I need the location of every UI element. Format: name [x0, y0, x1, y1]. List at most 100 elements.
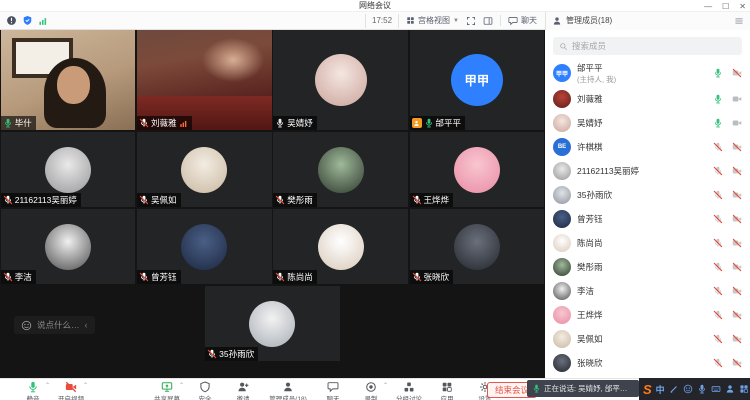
micoff-icon[interactable] [713, 310, 723, 320]
micoff-icon[interactable] [713, 142, 723, 152]
micoff-icon[interactable] [713, 262, 723, 272]
chat-icon [508, 16, 518, 26]
toolbar-chat-button[interactable]: 聊天 [314, 379, 352, 400]
member-row[interactable]: 35孙雨欣 [545, 183, 750, 207]
toolbar-apps-button[interactable]: 应用 [428, 379, 466, 400]
danmaku-input[interactable]: 说点什么… ‹ [14, 316, 95, 334]
sogou-logo[interactable]: S [643, 382, 652, 397]
toolbar-share-button[interactable]: ⌃ 共享屏幕 [148, 379, 186, 400]
ime-apps-button[interactable] [739, 384, 749, 394]
chevron-up-icon[interactable]: ⌃ [179, 382, 184, 389]
micoff-icon[interactable] [713, 334, 723, 344]
member-row[interactable]: 吴婧妤 [545, 111, 750, 135]
fullscreen-icon[interactable] [466, 16, 476, 26]
cam-icon[interactable] [732, 118, 742, 128]
member-row[interactable]: BE 许棋棋 [545, 135, 750, 159]
video-tile[interactable]: 甲甲邰平平 [410, 30, 545, 130]
member-row[interactable]: 王烨烨 [545, 303, 750, 327]
chat-button[interactable]: 聊天 [500, 15, 537, 26]
toolbar-camoff-button[interactable]: ⌃开启视频 [52, 379, 90, 400]
person-icon [413, 120, 420, 127]
ime-keyboard-button[interactable] [711, 384, 721, 394]
mic-icon[interactable] [713, 118, 723, 128]
video-tile[interactable]: 王烨烨 [410, 132, 545, 207]
member-row[interactable]: 张晓欣 [545, 351, 750, 375]
member-row[interactable]: 吴佩如 [545, 327, 750, 351]
mic-icon[interactable] [713, 68, 723, 78]
avatar [454, 147, 500, 193]
close-button[interactable]: ✕ [739, 2, 746, 11]
member-row[interactable]: 刘薇雅 [545, 87, 750, 111]
camoff-icon[interactable] [732, 142, 742, 152]
member-row[interactable]: 曾芳钰 [545, 207, 750, 231]
micoff-icon[interactable] [713, 286, 723, 296]
ime-pen-button[interactable] [669, 384, 679, 394]
camoff-icon[interactable] [732, 286, 742, 296]
video-tile[interactable]: 刘薇雅 [137, 30, 272, 130]
camoff-icon[interactable] [732, 262, 742, 272]
video-tile[interactable]: 21162113吴丽婷 [1, 132, 136, 207]
layout-icon[interactable] [483, 16, 493, 26]
member-row[interactable]: 李洁 [545, 279, 750, 303]
micoff-icon[interactable] [713, 214, 723, 224]
camoff-icon[interactable] [732, 238, 742, 248]
ime-person-button[interactable] [725, 384, 735, 394]
meeting-timer: 17:52 [365, 14, 399, 28]
smiley-icon[interactable] [21, 320, 32, 331]
ime-mic-button[interactable] [697, 384, 707, 394]
toolbar-record-button[interactable]: ⌃录制 [352, 379, 390, 400]
member-search-input[interactable]: 搜索成员 [553, 37, 742, 55]
video-tile[interactable]: 吴佩如 [137, 132, 272, 207]
ime-lang-toggle[interactable]: 中 [656, 383, 665, 396]
avatar: BE [553, 138, 571, 156]
name-label: 陈尚尚 [273, 270, 317, 284]
video-tile[interactable]: 樊彤雨 [273, 132, 408, 207]
minimize-button[interactable]: — [704, 2, 712, 11]
maximize-button[interactable]: ☐ [722, 2, 729, 11]
avatar [553, 162, 571, 180]
video-tile[interactable]: 李洁 [1, 209, 136, 284]
chevron-up-icon[interactable]: ⌃ [83, 382, 88, 389]
micoff-icon[interactable] [713, 190, 723, 200]
camoff-icon[interactable] [732, 190, 742, 200]
toolbar-label: 聊天 [327, 393, 340, 400]
toolbar-shield-button[interactable]: 安全 [186, 379, 224, 400]
member-row[interactable]: 陈尚尚 [545, 231, 750, 255]
video-tile[interactable]: 曾芳钰 [137, 209, 272, 284]
camoff-icon[interactable] [732, 358, 742, 368]
video-tile[interactable]: 毕什 [1, 30, 136, 130]
speaking-names: 正在说话: 吴婧妤, 邰平平… [544, 383, 634, 394]
window-title: 网络会议 [359, 0, 391, 11]
camoff-icon[interactable] [732, 334, 742, 344]
mic-icon[interactable] [713, 94, 723, 104]
video-tile[interactable]: 陈尚尚 [273, 209, 408, 284]
toolbar-label: 共享屏幕 [154, 393, 180, 400]
micoff-icon[interactable] [713, 358, 723, 368]
member-row[interactable]: 甲甲 邰平平 (主持人, 我) [545, 59, 750, 87]
chevron-up-icon[interactable]: ⌃ [45, 382, 50, 389]
micoff-icon[interactable] [713, 166, 723, 176]
camoff-icon[interactable] [732, 214, 742, 224]
toolbar-personplus-button[interactable]: 邀请 [224, 379, 262, 400]
video-tile[interactable]: 35孙雨欣 [205, 286, 340, 361]
info-icon[interactable] [6, 15, 17, 26]
toolbar-blocks-button[interactable]: 分组讨论 [390, 379, 428, 400]
toolbar-person-button[interactable]: 管理成员(18) [262, 379, 314, 400]
camoff-icon[interactable] [732, 68, 742, 78]
toolbar-mic-button[interactable]: ⌃静音 [14, 379, 52, 400]
camoff-icon[interactable] [732, 166, 742, 176]
camoff-icon[interactable] [732, 310, 742, 320]
gridview-icon [406, 16, 415, 25]
chevron-up-icon[interactable]: ⌃ [383, 382, 388, 389]
micoff-icon[interactable] [713, 238, 723, 248]
video-tile[interactable]: 吴婧妤 [273, 30, 408, 130]
member-row[interactable]: 樊彤雨 [545, 255, 750, 279]
video-tile[interactable]: 张晓欣 [410, 209, 545, 284]
cam-icon[interactable] [732, 94, 742, 104]
shieldfill-icon[interactable] [22, 15, 33, 26]
member-row[interactable]: 21162113吴丽婷 [545, 159, 750, 183]
hamburger-icon[interactable] [734, 16, 744, 26]
collapse-arrow-icon[interactable]: ‹ [85, 320, 88, 330]
grid-view-button[interactable]: 宫格视图 ▼ [406, 15, 459, 26]
ime-smiley-button[interactable] [683, 384, 693, 394]
